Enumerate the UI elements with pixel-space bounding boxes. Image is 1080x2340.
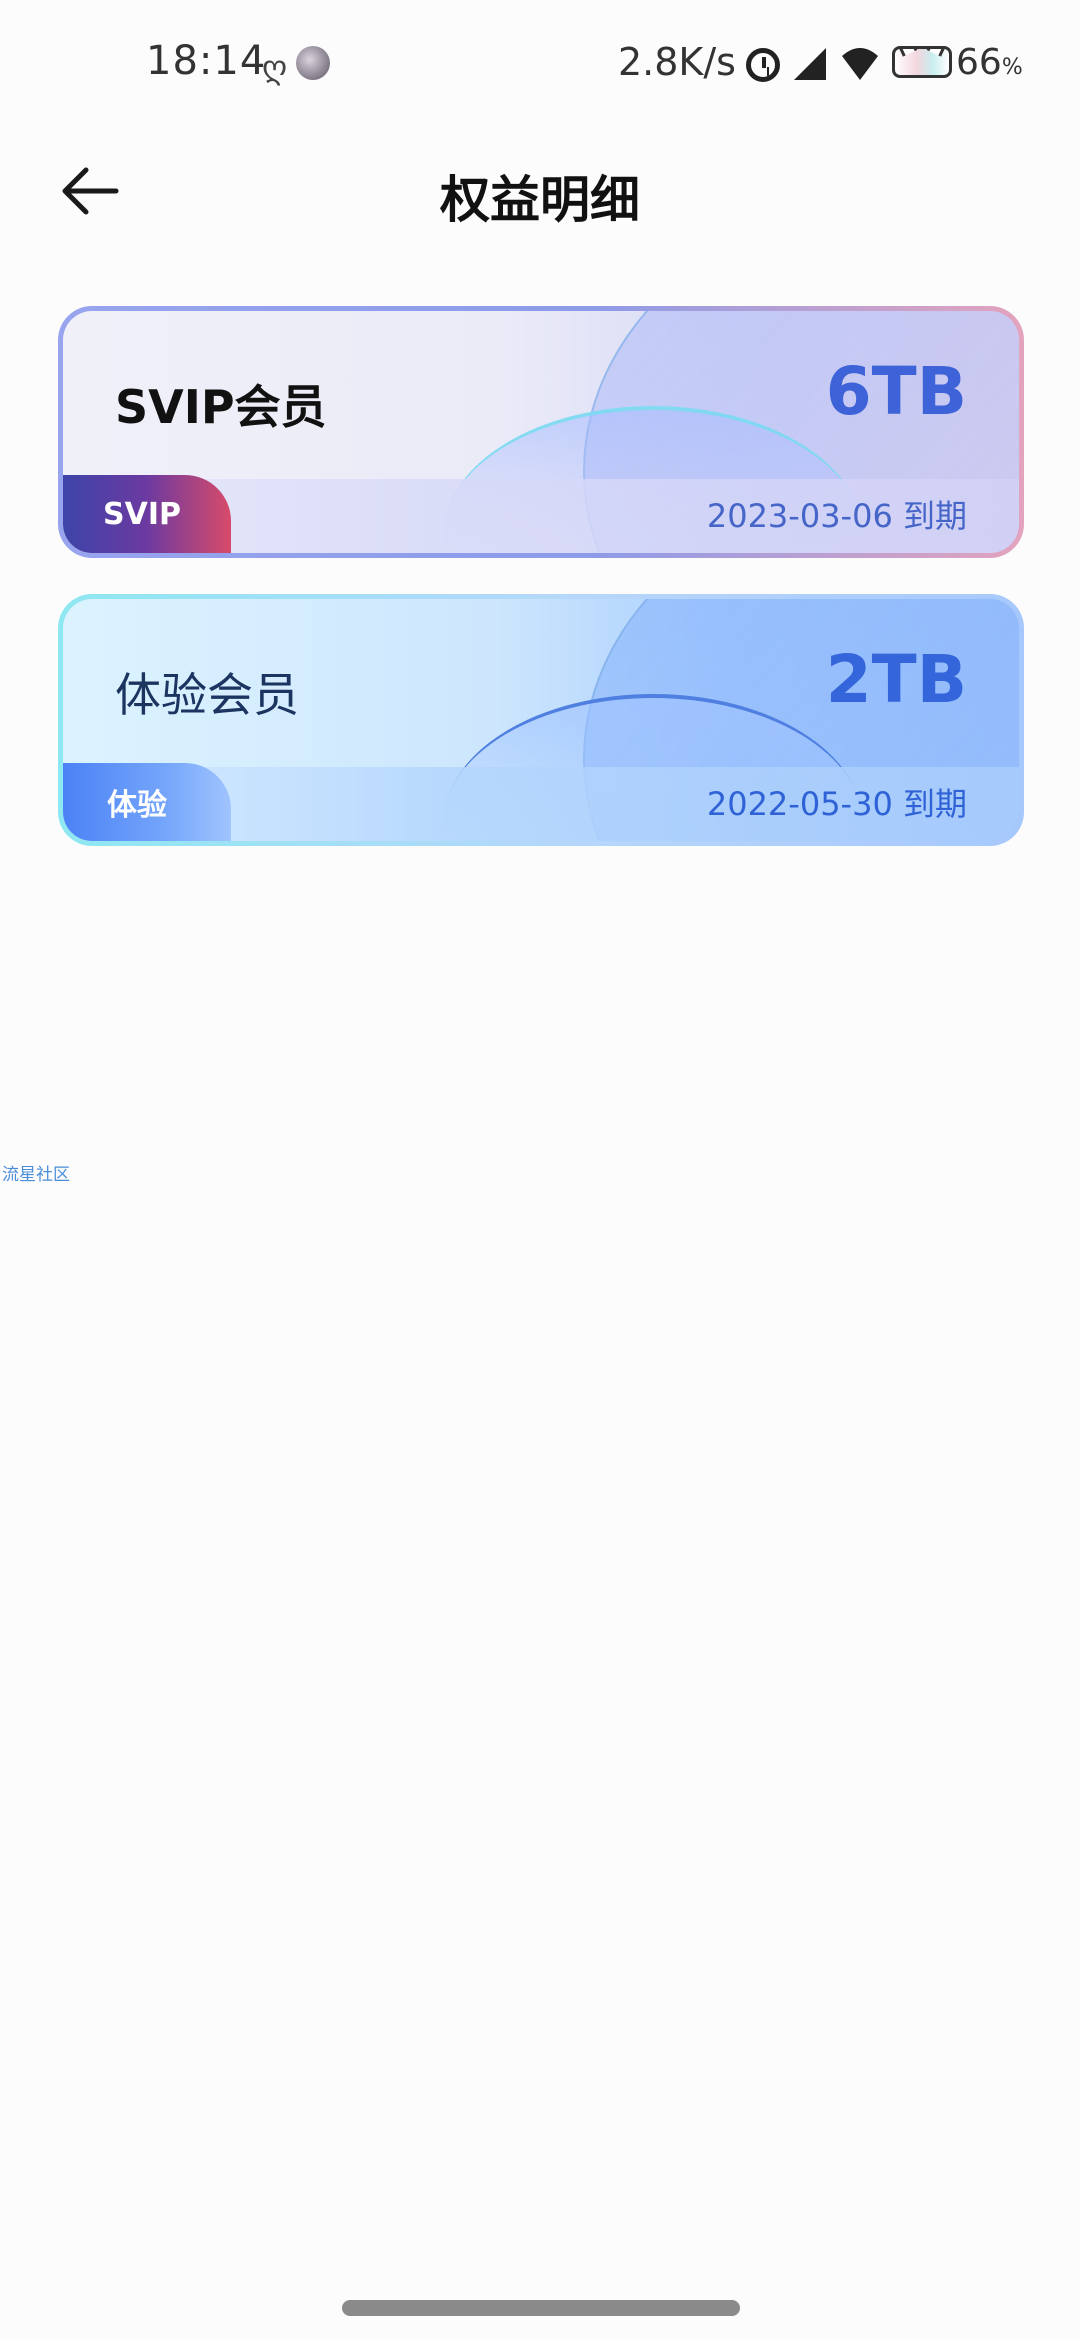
membership-tag: 体验: [63, 763, 231, 841]
watermark: 流星社区: [2, 1165, 70, 1185]
page-title: 权益明细: [440, 171, 640, 229]
membership-card-trial[interactable]: 体验会员 2TB 体验 2022-05-30 到期: [58, 594, 1024, 846]
membership-card-svip[interactable]: SVIP会员 6TB SVIP 2023-03-06 到期: [58, 306, 1024, 558]
card-body: 体验会员 2TB 体验 2022-05-30 到期: [63, 599, 1019, 841]
expiry-date: 2023-03-06 到期: [706, 497, 967, 535]
membership-name: 体验会员: [115, 668, 299, 722]
battery-level: 66%: [956, 42, 1023, 83]
expiry-date: 2022-05-30 到期: [706, 785, 967, 823]
wifi-icon: [842, 48, 878, 80]
status-glyph: ღ: [262, 48, 288, 86]
storage-size: 6TB: [825, 353, 967, 430]
membership-name: SVIP会员: [115, 380, 327, 434]
home-indicator[interactable]: [342, 2300, 740, 2316]
status-bar: 18:14 ღ 2.8K/s 66%: [0, 0, 1080, 130]
storage-size: 2TB: [825, 641, 967, 718]
avatar-icon: [296, 46, 330, 80]
card-body: SVIP会员 6TB SVIP 2023-03-06 到期: [63, 311, 1019, 553]
signal-icon: [794, 48, 826, 80]
membership-tag: SVIP: [63, 475, 231, 553]
battery-icon: [892, 46, 952, 78]
benefit-details-screen: 18:14 ღ 2.8K/s 66% 权益明细 SVIP会员 6TB SVIP …: [0, 0, 1080, 2340]
header: 权益明细: [0, 130, 1080, 250]
alarm-icon: [746, 48, 780, 82]
network-speed: 2.8K/s: [618, 40, 736, 84]
status-time: 18:14: [146, 38, 267, 84]
